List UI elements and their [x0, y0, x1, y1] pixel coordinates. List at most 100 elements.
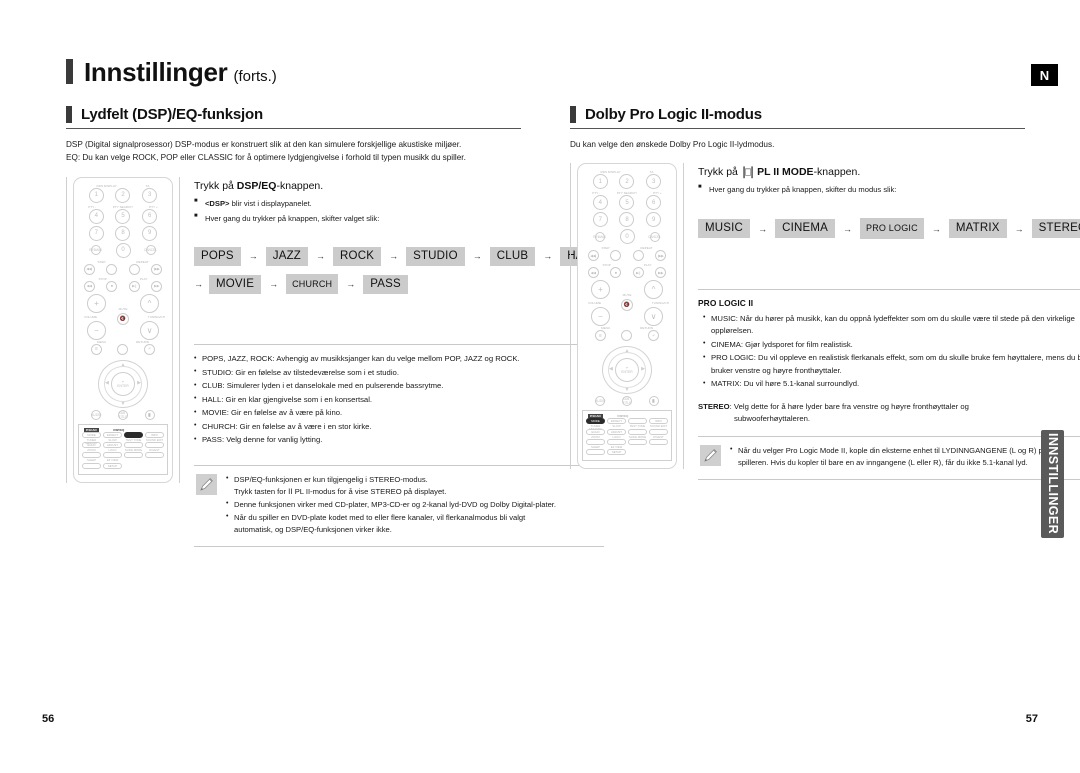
- mode-chip-church[interactable]: CHURCH: [286, 274, 339, 295]
- remote-key-1[interactable]: 1: [592, 174, 608, 190]
- remote-key-3[interactable]: 3: [142, 187, 158, 203]
- list-item: PASS: Velg denne for vanlig lytting.: [194, 434, 604, 446]
- menu-icon[interactable]: ☰: [594, 330, 606, 342]
- subtitle-button[interactable]: SUB TITLE: [117, 409, 128, 420]
- audio-button[interactable]: AUDIO: [91, 409, 101, 420]
- keypad-mode-button[interactable]: MODE: [81, 431, 102, 438]
- remote-volume-down-button[interactable]: −: [591, 307, 610, 327]
- mode-chip-cinema[interactable]: CINEMA: [775, 218, 835, 239]
- keypad-setup-button[interactable]: SETUP: [606, 449, 627, 456]
- remote-key-9[interactable]: 9: [646, 212, 662, 228]
- enter-button[interactable]: ↵ ENTER: [111, 371, 135, 396]
- remote-tuning-up-button[interactable]: ^: [644, 280, 663, 300]
- remote-prev-icon[interactable]: ◀◀|: [587, 250, 599, 262]
- exit-button[interactable]: ▉: [648, 396, 659, 407]
- remote-tuning-down-button[interactable]: ∨: [140, 320, 159, 340]
- mode-chip-pops[interactable]: POPS: [194, 246, 241, 267]
- nav-down-icon[interactable]: ▼: [625, 387, 630, 393]
- remote-volume-up-button[interactable]: +: [591, 280, 610, 300]
- remote-repeat-button[interactable]: [632, 250, 644, 262]
- remote-key-2[interactable]: 2: [115, 187, 131, 203]
- mode-chip-pro-logic[interactable]: PRO LOGIC: [860, 218, 924, 239]
- remote-next-icon[interactable]: |▶▶: [655, 250, 667, 262]
- mode-chip-club[interactable]: CLUB: [489, 246, 536, 267]
- nav-right-icon[interactable]: ▶: [641, 366, 645, 372]
- keypad-setup-button[interactable]: SETUP: [102, 462, 123, 469]
- remote-step-button[interactable]: [610, 250, 622, 262]
- remote-volume-down-button[interactable]: −: [87, 320, 106, 340]
- exit-button[interactable]: ▉: [144, 409, 155, 420]
- keypad-dspeq-button-highlighted[interactable]: [123, 431, 144, 438]
- remote-key-9[interactable]: 9: [142, 225, 158, 241]
- menu-icon[interactable]: ☰: [90, 343, 102, 355]
- remote-volume-up-button[interactable]: +: [87, 293, 106, 313]
- mode-chip-pass[interactable]: PASS: [363, 274, 408, 294]
- remote-forward-icon[interactable]: ▶▶: [655, 267, 667, 279]
- remote-stop-icon[interactable]: ■: [106, 280, 118, 292]
- remote-key-3[interactable]: 3: [646, 174, 662, 190]
- remote-key-4[interactable]: 4: [592, 195, 608, 211]
- keypad-blank-button-2[interactable]: [648, 428, 669, 435]
- remote-key-7[interactable]: 7: [592, 212, 608, 228]
- remote-play-pause-icon[interactable]: ▶||: [128, 280, 140, 292]
- keypad-digest-button[interactable]: [144, 452, 165, 459]
- keypad-effect-button[interactable]: EFFECT: [102, 431, 123, 438]
- remote-key-5[interactable]: 5: [115, 208, 131, 224]
- return-icon[interactable]: ↶: [144, 343, 156, 355]
- keypad-slide-mode-button[interactable]: [123, 452, 144, 459]
- mode-chip-stereo[interactable]: STEREO: [1031, 218, 1080, 239]
- remote-rewind-icon[interactable]: ◀◀: [587, 267, 599, 279]
- mode-chip-jazz[interactable]: JAZZ: [265, 246, 309, 267]
- mode-chip-music[interactable]: MUSIC: [698, 218, 751, 239]
- remote-key-0[interactable]: 0: [115, 242, 131, 258]
- remote-repeat-button[interactable]: [128, 263, 140, 275]
- keypad-blank-button-1[interactable]: [627, 428, 648, 435]
- mute-icon[interactable]: 🔇: [117, 312, 129, 325]
- remote-forward-icon[interactable]: ▶▶: [151, 280, 163, 292]
- remote-rewind-icon[interactable]: ◀◀: [83, 280, 95, 292]
- keypad-slide-mode-button[interactable]: [627, 439, 648, 446]
- remote-key-4[interactable]: 4: [88, 208, 104, 224]
- nav-left-icon[interactable]: ◀: [105, 380, 109, 386]
- remote-key-8[interactable]: 8: [619, 212, 635, 228]
- remote-step-button[interactable]: [106, 263, 118, 275]
- remote-key-remain[interactable]: REMAIN: [89, 245, 102, 256]
- nav-up-icon[interactable]: ▲: [625, 348, 630, 354]
- keypad-info-button[interactable]: INFO: [144, 431, 165, 438]
- keypad-sleep-button[interactable]: [81, 462, 102, 469]
- nav-down-icon[interactable]: ▼: [121, 401, 126, 407]
- enter-button[interactable]: ↵ ENTER: [615, 358, 639, 383]
- remote-key-8[interactable]: 8: [115, 225, 131, 241]
- remote-key-5[interactable]: 5: [619, 195, 635, 211]
- remote-tuning-down-button[interactable]: ∨: [644, 307, 663, 327]
- mode-chip-movie[interactable]: MOVIE: [209, 274, 262, 294]
- subtitle-button[interactable]: SUB TITLE: [621, 396, 632, 407]
- nav-right-icon[interactable]: ▶: [137, 380, 141, 386]
- keypad-adjust-button[interactable]: ADJUST: [606, 428, 627, 435]
- remote-key-1[interactable]: 1: [88, 187, 104, 203]
- remote-prev-icon[interactable]: ◀◀|: [83, 263, 95, 275]
- mute-icon[interactable]: 🔇: [621, 299, 633, 312]
- remote-key-6[interactable]: 6: [646, 195, 662, 211]
- remote-stop-icon[interactable]: ■: [610, 267, 622, 279]
- audio-button[interactable]: AUDIO: [595, 396, 605, 407]
- remote-key-cancel[interactable]: CANCEL: [144, 245, 157, 256]
- keypad-digest-button[interactable]: [648, 439, 669, 446]
- remote-key-0[interactable]: 0: [619, 229, 635, 245]
- mode-chip-studio[interactable]: STUDIO: [406, 246, 465, 267]
- remote-key-2[interactable]: 2: [619, 174, 635, 190]
- remote-next-icon[interactable]: |▶▶: [151, 263, 163, 275]
- nav-left-icon[interactable]: ◀: [609, 366, 613, 372]
- remote-key-remain[interactable]: REMAIN: [593, 231, 606, 242]
- keypad-echo-button[interactable]: ECHO: [585, 428, 606, 435]
- nav-up-icon[interactable]: ▲: [121, 362, 126, 368]
- mode-chip-matrix[interactable]: MATRIX: [948, 218, 1007, 239]
- return-icon[interactable]: ↶: [648, 330, 660, 342]
- keypad-sleep-button[interactable]: [585, 449, 606, 456]
- remote-tuning-up-button[interactable]: ^: [140, 293, 159, 313]
- mode-chip-rock[interactable]: ROCK: [333, 246, 382, 267]
- remote-key-cancel[interactable]: CANCEL: [648, 231, 661, 242]
- remote-key-7[interactable]: 7: [88, 225, 104, 241]
- remote-key-6[interactable]: 6: [142, 208, 158, 224]
- remote-play-pause-icon[interactable]: ▶||: [632, 267, 644, 279]
